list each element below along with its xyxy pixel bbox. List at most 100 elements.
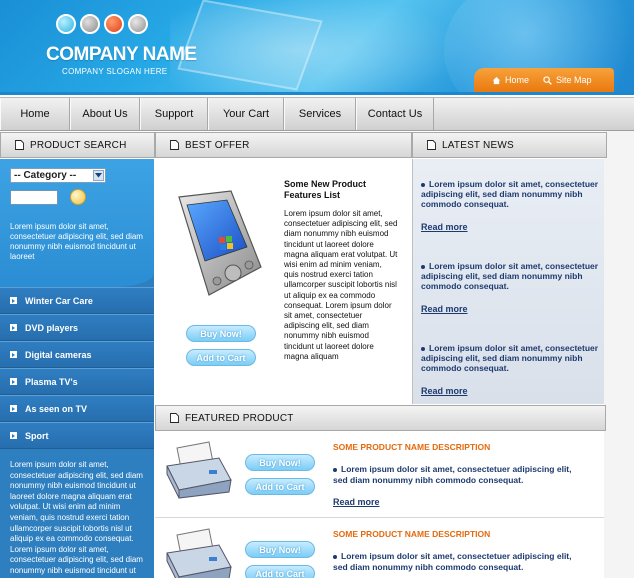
sidebar-text: Lorem ipsum dolor sit amet, consectetuer… bbox=[10, 460, 143, 578]
news-item: Lorem ipsum dolor sit amet, consectetuer… bbox=[421, 261, 599, 291]
category-item-plasma-tvs[interactable]: Plasma TV's bbox=[0, 368, 154, 395]
home-link-label: Home bbox=[505, 75, 530, 85]
arrow-bullet-icon bbox=[10, 324, 17, 331]
product-search-box: -- Category -- Lorem ipsum dolor sit ame… bbox=[0, 159, 154, 287]
category-select[interactable]: -- Category -- bbox=[10, 168, 106, 183]
offer-title: Some New Product Features List bbox=[284, 179, 367, 200]
document-icon bbox=[427, 140, 436, 150]
latest-news-title: LATEST NEWS bbox=[442, 139, 514, 151]
arrow-bullet-icon bbox=[10, 432, 17, 439]
category-item-dvd-players[interactable]: DVD players bbox=[0, 314, 154, 341]
featured-read-more-link[interactable]: Read more bbox=[333, 497, 380, 507]
add-to-cart-button[interactable]: Add to Cart bbox=[245, 478, 315, 495]
best-offer-panel: Buy Now! Add to Cart Some New Product Fe… bbox=[155, 159, 411, 404]
featured-text: Lorem ipsum dolor sit amet, consectetuer… bbox=[333, 551, 572, 572]
nav-item-about-us[interactable]: About Us bbox=[70, 98, 140, 130]
featured-product-text: Lorem ipsum dolor sit amet, consectetuer… bbox=[333, 551, 583, 573]
category-label: Digital cameras bbox=[25, 349, 92, 360]
latest-news-panel: Lorem ipsum dolor sit amet, consectetuer… bbox=[412, 159, 604, 404]
category-label: Plasma TV's bbox=[25, 376, 78, 387]
chevron-down-icon bbox=[93, 170, 104, 181]
category-item-sport[interactable]: Sport bbox=[0, 422, 154, 449]
category-label: Winter Car Care bbox=[25, 295, 93, 306]
search-icon bbox=[543, 75, 552, 85]
header-links-tab: Home Site Map bbox=[474, 68, 614, 92]
featured-product-panel: Buy Now! Add to Cart SOME PRODUCT NAME D… bbox=[155, 432, 604, 578]
arrow-bullet-icon bbox=[10, 405, 17, 412]
category-item-digital-cameras[interactable]: Digital cameras bbox=[0, 341, 154, 368]
best-offer-header: BEST OFFER bbox=[155, 132, 412, 158]
category-label: Sport bbox=[25, 430, 49, 441]
decorative-circles bbox=[56, 14, 148, 34]
document-icon bbox=[15, 140, 24, 150]
news-read-more-link[interactable]: Read more bbox=[421, 304, 468, 314]
arrow-bullet-icon bbox=[10, 297, 17, 304]
search-description: Lorem ipsum dolor sit amet, consectetuer… bbox=[10, 222, 143, 261]
site-header: COMPANY NAME COMPANY SLOGAN HERE Home Si… bbox=[0, 0, 634, 95]
company-slogan: COMPANY SLOGAN HERE bbox=[62, 67, 168, 76]
news-item: Lorem ipsum dolor sit amet, consectetuer… bbox=[421, 179, 599, 209]
featured-product-title: SOME PRODUCT NAME DESCRIPTION bbox=[333, 529, 491, 539]
circle-icon bbox=[56, 14, 76, 34]
featured-text: Lorem ipsum dolor sit amet, consectetuer… bbox=[333, 464, 572, 485]
nav-item-your-cart[interactable]: Your Cart bbox=[208, 98, 284, 130]
featured-product-title: FEATURED PRODUCT bbox=[185, 412, 294, 424]
best-offer-title: BEST OFFER bbox=[185, 139, 250, 151]
category-list: Winter Car Care DVD players Digital came… bbox=[0, 287, 154, 449]
circle-icon bbox=[104, 14, 124, 34]
news-text: Lorem ipsum dolor sit amet, consectetuer… bbox=[421, 343, 599, 373]
product-search-title: PRODUCT SEARCH bbox=[30, 139, 127, 151]
buy-now-button[interactable]: Buy Now! bbox=[245, 541, 315, 558]
news-read-more-link[interactable]: Read more bbox=[421, 222, 468, 232]
document-icon bbox=[170, 413, 179, 423]
news-item: Lorem ipsum dolor sit amet, consectetuer… bbox=[421, 343, 599, 373]
arrow-bullet-icon bbox=[10, 351, 17, 358]
product-search-header: PRODUCT SEARCH bbox=[0, 132, 155, 158]
buy-now-button[interactable]: Buy Now! bbox=[245, 454, 315, 471]
category-item-winter-car-care[interactable]: Winter Car Care bbox=[0, 287, 154, 314]
featured-product-title: SOME PRODUCT NAME DESCRIPTION bbox=[333, 442, 491, 452]
nav-item-home[interactable]: Home bbox=[0, 98, 70, 130]
bullet-icon bbox=[333, 467, 337, 472]
buy-now-button[interactable]: Buy Now! bbox=[186, 325, 256, 342]
featured-product-text: Lorem ipsum dolor sit amet, consectetuer… bbox=[333, 464, 583, 486]
circle-icon bbox=[128, 14, 148, 34]
left-sidebar: -- Category -- Lorem ipsum dolor sit ame… bbox=[0, 159, 154, 578]
category-label: As seen on TV bbox=[25, 403, 88, 414]
main-nav: Home About Us Support Your Cart Services… bbox=[0, 97, 634, 131]
featured-product-header: FEATURED PRODUCT bbox=[155, 405, 606, 431]
nav-item-support[interactable]: Support bbox=[140, 98, 208, 130]
circle-icon bbox=[80, 14, 100, 34]
nav-item-contact-us[interactable]: Contact Us bbox=[356, 98, 434, 130]
home-icon bbox=[492, 76, 501, 84]
offer-text: Lorem ipsum dolor sit amet, consectetuer… bbox=[284, 209, 398, 361]
news-text: Lorem ipsum dolor sit amet, consectetuer… bbox=[421, 179, 599, 209]
add-to-cart-button[interactable]: Add to Cart bbox=[186, 349, 256, 366]
featured-product-item: Buy Now! Add to Cart SOME PRODUCT NAME D… bbox=[155, 432, 604, 518]
search-go-button[interactable] bbox=[70, 189, 86, 205]
category-select-value: -- Category -- bbox=[14, 170, 77, 181]
search-input[interactable] bbox=[10, 190, 58, 205]
news-read-more-link[interactable]: Read more bbox=[421, 386, 468, 396]
site-map-link[interactable]: Site Map bbox=[543, 75, 592, 85]
document-icon bbox=[170, 140, 179, 150]
add-to-cart-button[interactable]: Add to Cart bbox=[245, 565, 315, 578]
printer-product-image bbox=[166, 441, 232, 499]
bullet-icon bbox=[421, 264, 425, 269]
home-link[interactable]: Home bbox=[492, 75, 529, 85]
printer-product-image bbox=[166, 528, 232, 578]
company-name: COMPANY NAME bbox=[46, 44, 197, 65]
bullet-icon bbox=[421, 182, 425, 187]
latest-news-header: LATEST NEWS bbox=[412, 132, 607, 158]
category-label: DVD players bbox=[25, 322, 79, 333]
news-text: Lorem ipsum dolor sit amet, consectetuer… bbox=[421, 261, 599, 291]
arrow-bullet-icon bbox=[10, 378, 17, 385]
bullet-icon bbox=[333, 554, 337, 559]
pda-product-image bbox=[178, 190, 262, 296]
right-gutter bbox=[604, 131, 634, 578]
category-item-as-seen-on-tv[interactable]: As seen on TV bbox=[0, 395, 154, 422]
header-divider bbox=[0, 92, 634, 95]
bullet-icon bbox=[421, 346, 425, 351]
nav-item-services[interactable]: Services bbox=[284, 98, 356, 130]
featured-product-item: Buy Now! Add to Cart SOME PRODUCT NAME D… bbox=[155, 519, 604, 578]
